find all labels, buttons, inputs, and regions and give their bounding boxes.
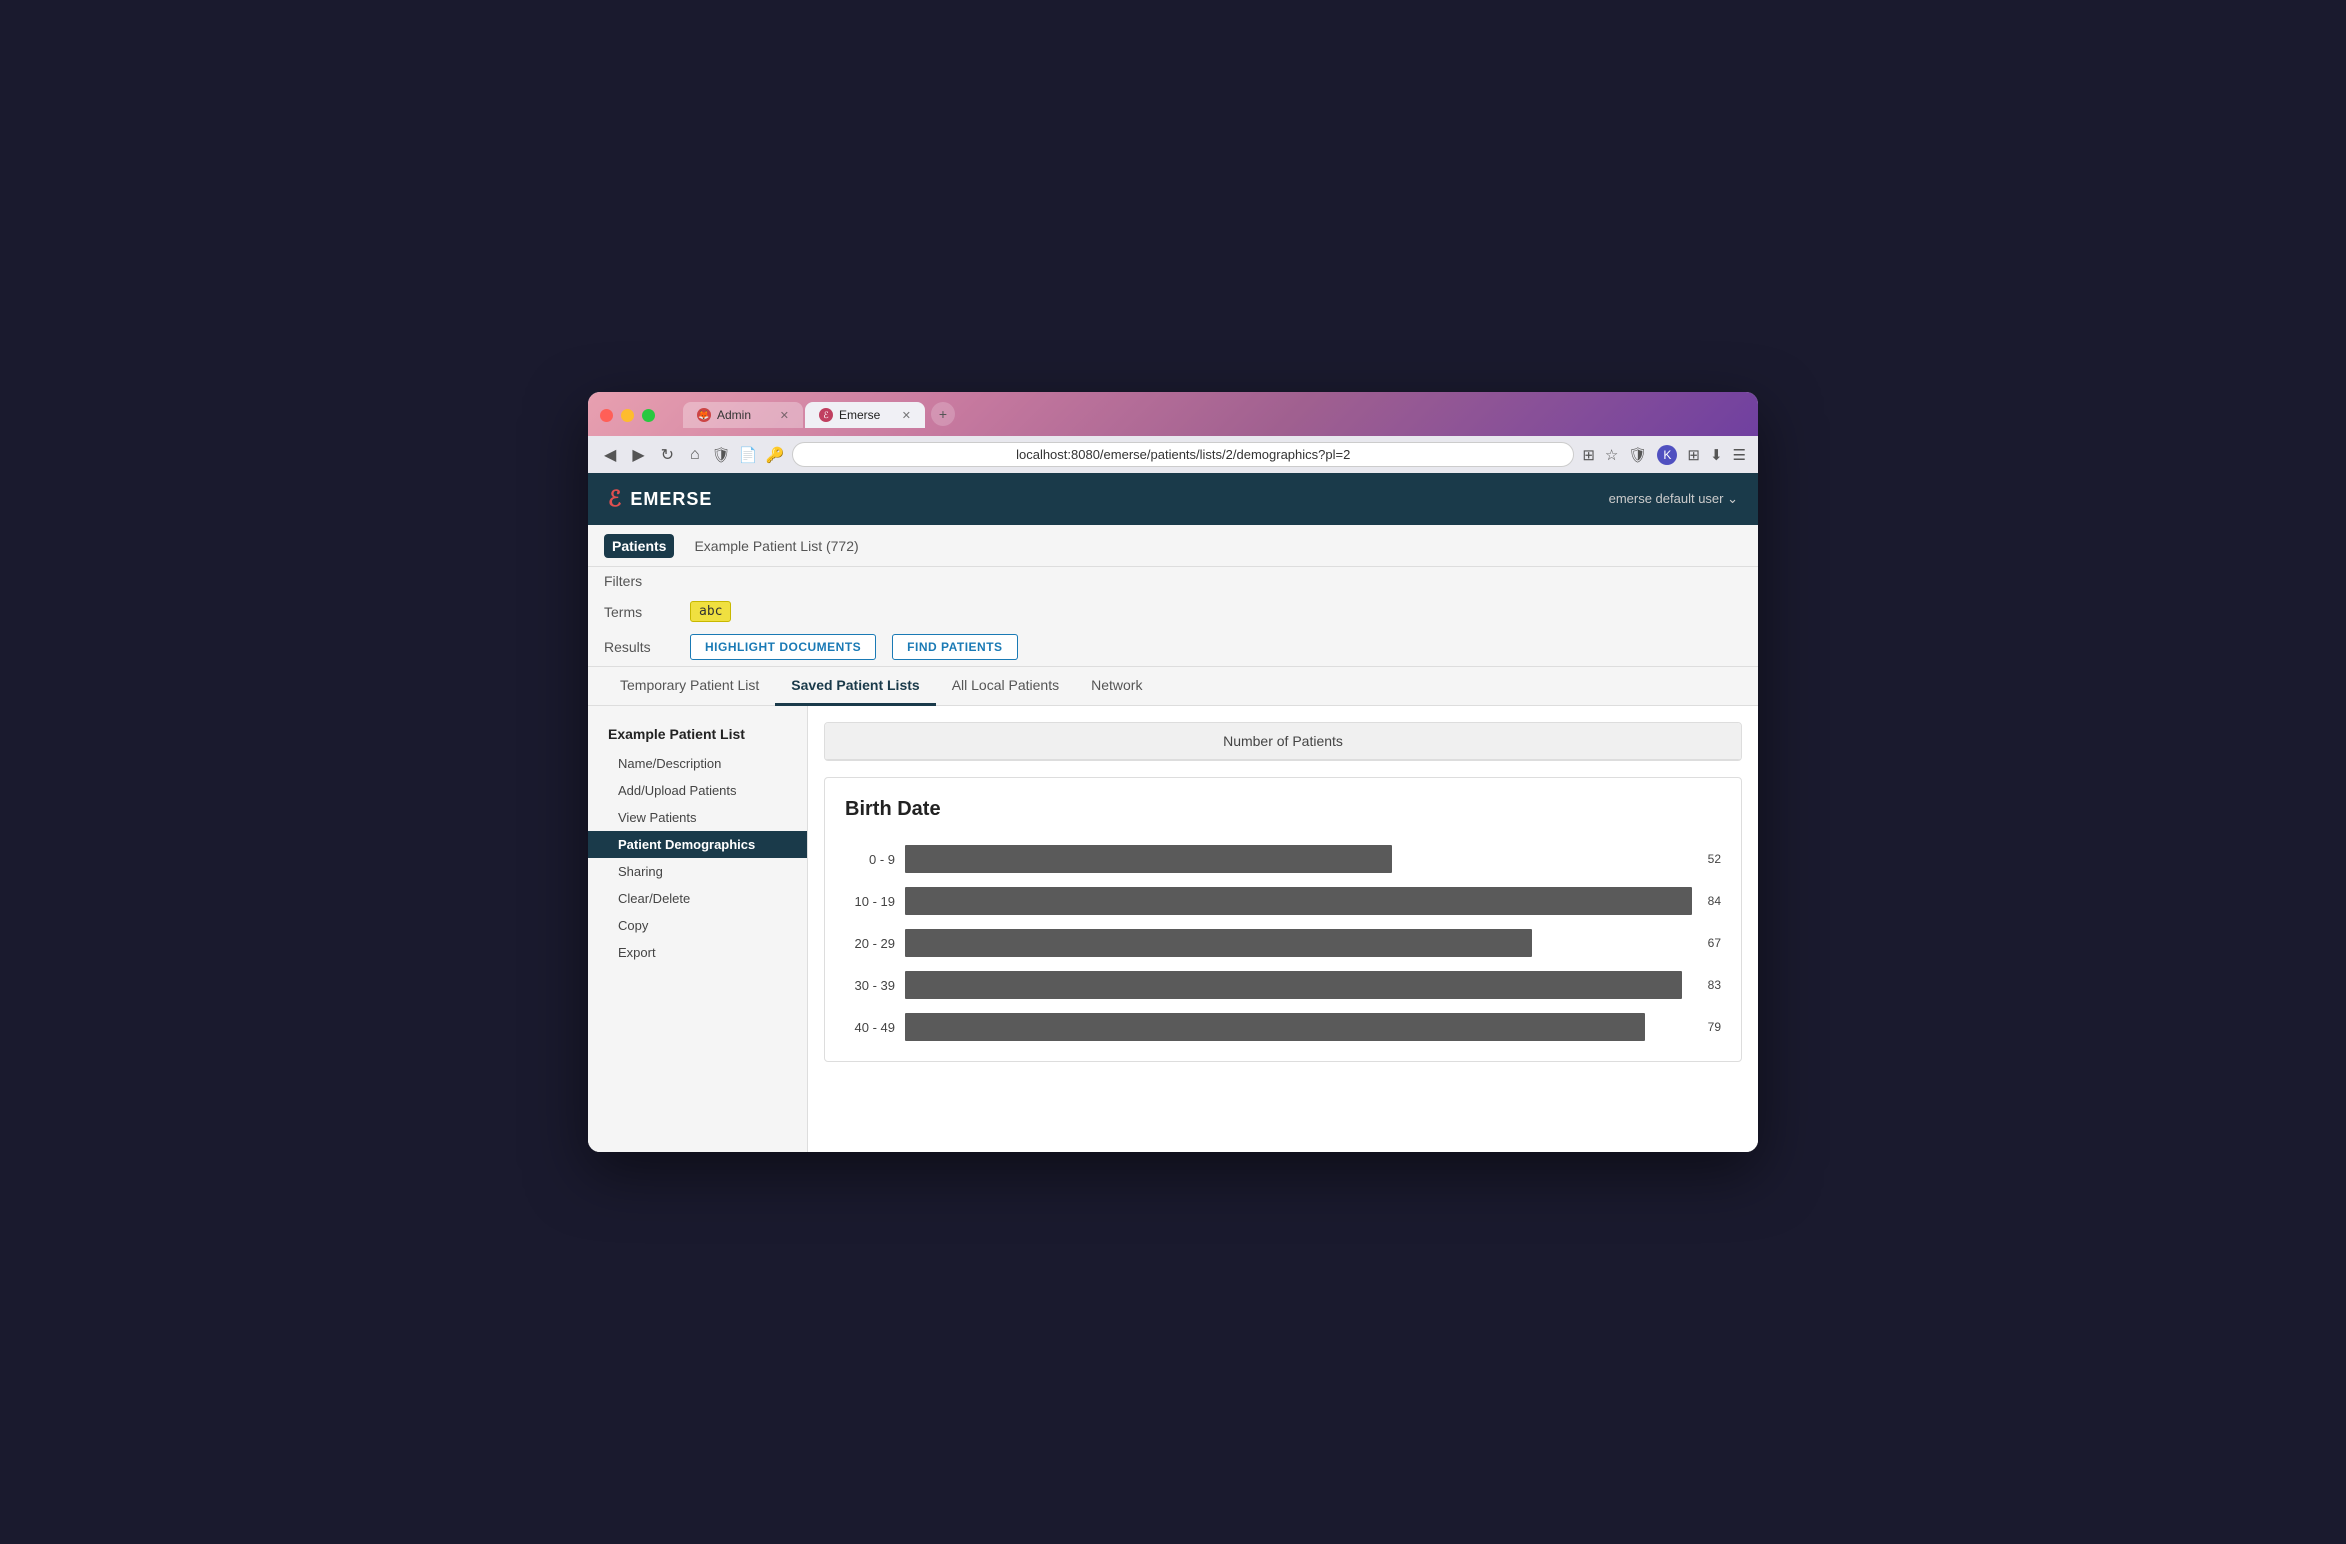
back-button[interactable]: ◀ xyxy=(600,443,620,467)
address-input[interactable] xyxy=(792,442,1574,467)
bar-row: 20 - 29 67 xyxy=(845,929,1721,957)
bar-row: 0 - 9 52 xyxy=(845,845,1721,873)
maximize-button[interactable] xyxy=(642,409,655,422)
bar-fill xyxy=(905,971,1682,999)
tab-local[interactable]: All Local Patients xyxy=(936,667,1075,706)
star-icon[interactable]: ☆ xyxy=(1605,446,1618,464)
tab-temporary[interactable]: Temporary Patient List xyxy=(604,667,775,706)
patients-count-header: Number of Patients xyxy=(825,723,1741,760)
bar-row: 10 - 19 84 xyxy=(845,887,1721,915)
sidebar: Example Patient List Name/Description Ad… xyxy=(588,706,808,1152)
birth-date-chart-body: Birth Date 0 - 9 52 10 - 19 84 20 - 29 67 30 -… xyxy=(825,778,1741,1061)
sidebar-item-add[interactable]: Add/Upload Patients xyxy=(588,777,807,804)
subnav-patients[interactable]: Patients xyxy=(604,534,674,558)
tab-emerse[interactable]: ℰ Emerse ✕ xyxy=(805,402,925,428)
terms-row: Terms abc xyxy=(588,595,1758,628)
bar-value: 79 xyxy=(1708,1020,1721,1034)
tab-saved[interactable]: Saved Patient Lists xyxy=(775,667,935,706)
forward-button[interactable]: ▶ xyxy=(628,443,648,467)
bar-label: 40 - 49 xyxy=(845,1020,895,1035)
bar-row: 40 - 49 79 xyxy=(845,1013,1721,1041)
tab-admin[interactable]: 🦊 Admin ✕ xyxy=(683,402,803,428)
app-header: ℰ EMERSE emerse default user ⌄ xyxy=(588,473,1758,525)
breadcrumb: Example Patient List (772) xyxy=(694,538,858,554)
user-menu[interactable]: emerse default user ⌄ xyxy=(1609,491,1738,507)
shield2-icon[interactable]: 🛡 xyxy=(1628,446,1647,464)
sidebar-item-clear[interactable]: Clear/Delete xyxy=(588,885,807,912)
minimize-button[interactable] xyxy=(621,409,634,422)
bar-value: 84 xyxy=(1708,894,1721,908)
emerse-favicon: ℰ xyxy=(819,408,833,422)
chart-area: Number of Patients Birth Date 0 - 9 52 10 … xyxy=(808,706,1758,1152)
bar-label: 20 - 29 xyxy=(845,936,895,951)
terms-label: Terms xyxy=(604,604,674,620)
sidebar-group-title: Example Patient List xyxy=(588,722,807,750)
bar-label: 30 - 39 xyxy=(845,978,895,993)
filter-section: Filters Terms abc Results HIGHLIGHT DOCU… xyxy=(588,567,1758,667)
filters-label: Filters xyxy=(604,573,674,589)
bar-row: 30 - 39 83 xyxy=(845,971,1721,999)
page-icon: 📄 xyxy=(739,446,758,464)
bar-fill xyxy=(905,929,1532,957)
browser-controls: 🦊 Admin ✕ ℰ Emerse ✕ + xyxy=(600,402,1746,428)
admin-favicon: 🦊 xyxy=(697,408,711,422)
home-button[interactable]: ⌂ xyxy=(686,444,704,466)
tabs-nav: Temporary Patient List Saved Patient Lis… xyxy=(588,667,1758,706)
bar-container xyxy=(905,887,1692,915)
bar-container xyxy=(905,929,1692,957)
patients-count-card: Number of Patients xyxy=(824,722,1742,761)
sidebar-item-export[interactable]: Export xyxy=(588,939,807,966)
results-row: Results HIGHLIGHT DOCUMENTS FIND PATIENT… xyxy=(588,628,1758,666)
browser-window: 🦊 Admin ✕ ℰ Emerse ✕ + ◀ ▶ ↻ ⌂ 🛡 📄 🔑 ⊞ xyxy=(588,392,1758,1152)
bar-fill xyxy=(905,1013,1645,1041)
sidebar-item-sharing[interactable]: Sharing xyxy=(588,858,807,885)
find-patients-button[interactable]: FIND PATIENTS xyxy=(892,634,1017,660)
app-logo: ℰ EMERSE xyxy=(608,486,712,512)
menu-icon[interactable]: ☰ xyxy=(1733,446,1746,464)
bar-container xyxy=(905,971,1692,999)
birth-date-card: Birth Date 0 - 9 52 10 - 19 84 20 - 29 67 30 -… xyxy=(824,777,1742,1062)
address-bar-row: ◀ ▶ ↻ ⌂ 🛡 📄 🔑 ⊞ ☆ 🛡 K ⊞ ⬇ ☰ xyxy=(588,436,1758,473)
extensions-icon[interactable]: ⊞ xyxy=(1687,446,1700,464)
tab-emerse-label: Emerse xyxy=(839,408,880,422)
logo-icon: ℰ xyxy=(608,486,622,512)
browser-chrome: 🦊 Admin ✕ ℰ Emerse ✕ + xyxy=(588,392,1758,436)
bar-container xyxy=(905,1013,1692,1041)
download-icon[interactable]: ⬇ xyxy=(1710,446,1723,464)
results-label: Results xyxy=(604,639,674,655)
bar-fill xyxy=(905,845,1392,873)
browser-tabs: 🦊 Admin ✕ ℰ Emerse ✕ + xyxy=(683,402,955,428)
grid-icon[interactable]: ⊞ xyxy=(1582,446,1595,464)
bar-chart: 0 - 9 52 10 - 19 84 20 - 29 67 30 - 39 83 40 - 4… xyxy=(845,845,1721,1041)
birth-date-title: Birth Date xyxy=(845,798,1721,821)
lock-icon: 🔑 xyxy=(765,446,784,464)
bar-label: 10 - 19 xyxy=(845,894,895,909)
bar-fill xyxy=(905,887,1692,915)
tab-admin-close[interactable]: ✕ xyxy=(780,409,789,422)
close-button[interactable] xyxy=(600,409,613,422)
bar-label: 0 - 9 xyxy=(845,852,895,867)
sidebar-item-name[interactable]: Name/Description xyxy=(588,750,807,777)
sidebar-item-view[interactable]: View Patients xyxy=(588,804,807,831)
app-logo-text: EMERSE xyxy=(630,489,712,510)
sub-nav: Patients Example Patient List (772) xyxy=(588,525,1758,567)
filters-row: Filters xyxy=(588,567,1758,595)
term-badge[interactable]: abc xyxy=(690,601,731,622)
sidebar-item-demographics[interactable]: Patient Demographics xyxy=(588,831,807,858)
shield-icon: 🛡 xyxy=(712,446,731,464)
reload-button[interactable]: ↻ xyxy=(657,443,678,467)
bar-value: 67 xyxy=(1708,936,1721,950)
bar-value: 83 xyxy=(1708,978,1721,992)
bar-container xyxy=(905,845,1692,873)
new-tab-button[interactable]: + xyxy=(931,402,955,426)
main-content: Example Patient List Name/Description Ad… xyxy=(588,706,1758,1152)
toolbar-icons: ⊞ ☆ 🛡 K ⊞ ⬇ ☰ xyxy=(1582,445,1746,465)
highlight-documents-button[interactable]: HIGHLIGHT DOCUMENTS xyxy=(690,634,876,660)
bar-value: 52 xyxy=(1708,852,1721,866)
tab-emerse-close[interactable]: ✕ xyxy=(902,409,911,422)
sidebar-item-copy[interactable]: Copy xyxy=(588,912,807,939)
tab-admin-label: Admin xyxy=(717,408,751,422)
profile-icon[interactable]: K xyxy=(1657,445,1677,465)
tab-network[interactable]: Network xyxy=(1075,667,1158,706)
